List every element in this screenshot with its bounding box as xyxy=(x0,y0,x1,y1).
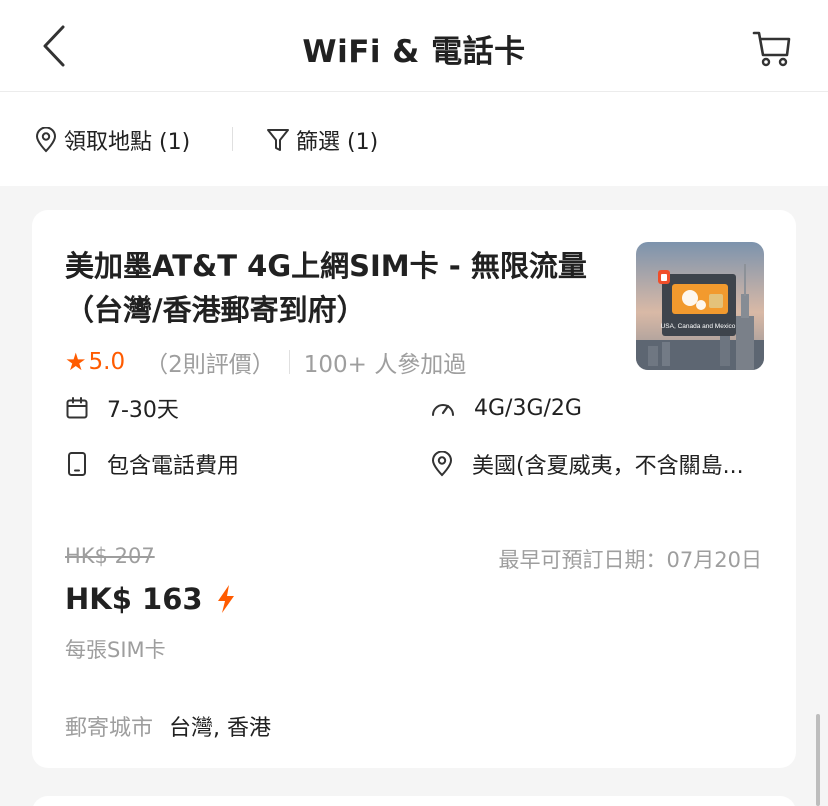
scrollbar[interactable] xyxy=(816,714,820,806)
product-title: 美加墨AT&T 4G上網SIM卡 - 無限流量（台灣/香港郵寄到府） xyxy=(65,249,587,327)
map-pin-icon xyxy=(35,127,57,153)
mail-city-label: 郵寄城市 xyxy=(65,716,154,741)
rating-row: ★ 5.0 （2則評價） 100+ 人參加過 xyxy=(65,344,466,380)
funnel-icon xyxy=(267,129,289,151)
network-text: 4G/3G/2G xyxy=(474,395,582,421)
product-image-caption: USA, Canada and Mexico xyxy=(661,323,736,330)
rating-score: 5.0 xyxy=(88,349,126,375)
pickup-location-filter[interactable]: 領取地點 (1) xyxy=(34,122,190,158)
price-unit: 每張SIM卡 xyxy=(65,638,166,662)
page-title: WiFi & 電話卡 xyxy=(302,34,526,70)
next-product-card[interactable] xyxy=(32,796,796,806)
price: HK$ 163 xyxy=(65,582,237,616)
lightning-icon xyxy=(217,585,234,613)
speedometer-icon xyxy=(432,404,454,416)
cart-icon xyxy=(752,31,791,67)
duration-attribute: 7-30天 xyxy=(65,391,179,425)
pickup-location-label: 領取地點 (1) xyxy=(64,130,191,155)
network-attribute: 4G/3G/2G xyxy=(430,391,582,425)
duration-text: 7-30天 xyxy=(107,398,179,423)
calendar-icon xyxy=(66,397,88,419)
mail-city-value: 台灣, 香港 xyxy=(169,716,272,741)
price-value: HK$ 163 xyxy=(65,582,203,616)
product-image: USA, Canada and Mexico xyxy=(636,242,764,370)
cart-button[interactable] xyxy=(746,22,798,74)
filter-bar: 領取地點 (1) 篩選 (1) xyxy=(0,92,828,186)
coverage-text: 美國(含夏威夷，不含關島... xyxy=(472,454,744,479)
filter-divider xyxy=(232,127,233,151)
booked-count: 100+ 人參加過 xyxy=(303,352,467,378)
calls-text: 包含電話費用 xyxy=(107,454,240,479)
rating-divider xyxy=(288,350,290,374)
mail-city-row: 郵寄城市 台灣, 香港 xyxy=(65,710,271,742)
map-pin-icon xyxy=(431,451,453,477)
filter-button[interactable]: 篩選 (1) xyxy=(266,122,378,158)
original-price: HK$ 207 xyxy=(65,544,155,568)
star-icon: ★ xyxy=(65,348,87,376)
product-card[interactable]: 美加墨AT&T 4G上網SIM卡 - 無限流量（台灣/香港郵寄到府） USA, … xyxy=(32,210,796,768)
earliest-booking-date: 最早可預訂日期：07月20日 xyxy=(498,548,762,572)
calls-attribute: 包含電話費用 xyxy=(65,447,239,481)
review-count-link[interactable]: （2則評價） xyxy=(145,345,275,379)
coverage-attribute: 美國(含夏威夷，不含關島... xyxy=(430,447,774,481)
top-app-bar: WiFi & 電話卡 xyxy=(0,0,828,92)
phone-icon xyxy=(68,452,86,476)
filter-label: 篩選 (1) xyxy=(296,130,379,155)
